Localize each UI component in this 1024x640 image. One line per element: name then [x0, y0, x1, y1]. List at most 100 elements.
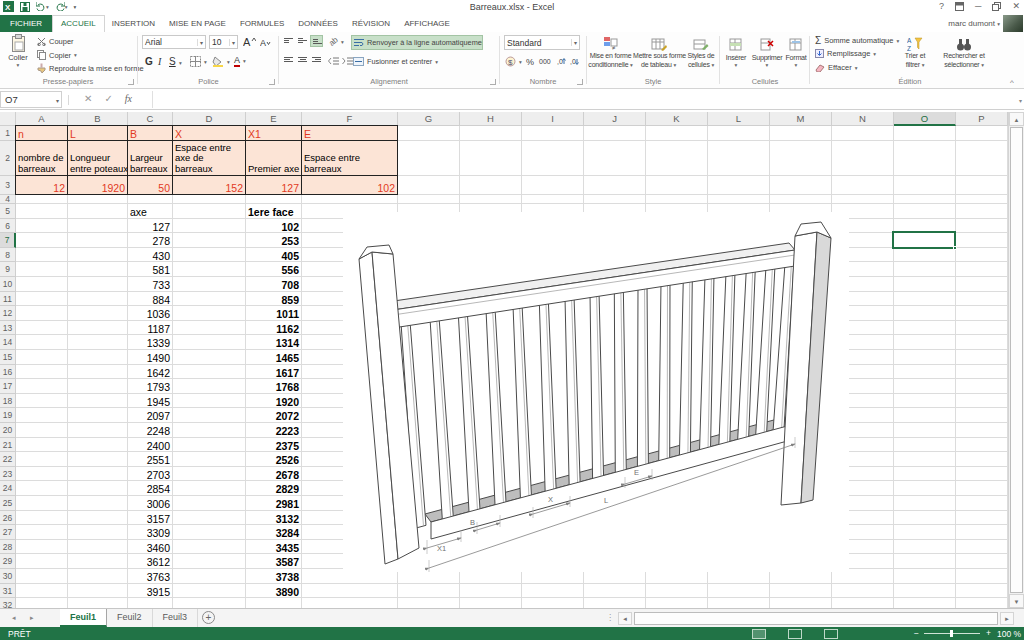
- row-header-20[interactable]: 20: [0, 423, 16, 438]
- scroll-down-icon[interactable]: ▼: [1009, 594, 1024, 608]
- row-header-17[interactable]: 17: [0, 379, 16, 394]
- column-header-J[interactable]: J: [584, 112, 646, 126]
- cell-C25[interactable]: 3006: [128, 498, 170, 510]
- align-middle-icon[interactable]: [296, 35, 309, 47]
- format-button[interactable]: Format ▾: [784, 35, 808, 68]
- font-name-select[interactable]: Arial▾: [142, 35, 206, 49]
- enter-icon[interactable]: ✓: [104, 93, 112, 104]
- column-header-G[interactable]: G: [398, 112, 460, 126]
- cell-C31[interactable]: 3915: [128, 586, 170, 598]
- cell-E18[interactable]: 1920: [246, 396, 299, 408]
- row-header-13[interactable]: 13: [0, 321, 16, 336]
- thousands-button[interactable]: 000: [539, 58, 551, 65]
- row-header-27[interactable]: 27: [0, 525, 16, 540]
- cell-E20[interactable]: 2223: [246, 425, 299, 437]
- cell-F3[interactable]: 102: [301, 175, 398, 195]
- selected-cell-outline[interactable]: [892, 231, 956, 249]
- row-header-18[interactable]: 18: [0, 394, 16, 409]
- cell-C30[interactable]: 3763: [128, 571, 170, 583]
- copy-button[interactable]: Copier ▾: [37, 50, 77, 60]
- row-header-11[interactable]: 11: [0, 292, 16, 307]
- clipboard-dialog-launcher[interactable]: [128, 79, 134, 85]
- row-header-3[interactable]: 3: [0, 176, 16, 195]
- cell-E24[interactable]: 2829: [246, 483, 299, 495]
- cell-E30[interactable]: 3738: [246, 571, 299, 583]
- number-format-select[interactable]: Standard▾: [504, 35, 580, 50]
- cell-C5[interactable]: axe: [130, 206, 147, 218]
- cell-C28[interactable]: 3460: [128, 542, 170, 554]
- row-header-29[interactable]: 29: [0, 554, 16, 569]
- cell-D1[interactable]: X: [172, 125, 246, 141]
- cell-E25[interactable]: 2981: [246, 498, 299, 510]
- wrap-text-button[interactable]: Renvoyer à la ligne automatiquement: [351, 35, 483, 50]
- borders-button[interactable]: ▾: [190, 56, 207, 67]
- clear-button[interactable]: Effacer ▾: [815, 63, 857, 72]
- fill-color-button[interactable]: ▾: [212, 56, 230, 67]
- cell-E16[interactable]: 1617: [246, 367, 299, 379]
- tab-mise-en-page[interactable]: MISE EN PAGE: [162, 15, 233, 32]
- tab-insertion[interactable]: INSERTION: [105, 15, 162, 32]
- formula-bar-expand-icon[interactable]: ▾: [1019, 97, 1022, 104]
- name-box[interactable]: O7▾: [0, 91, 62, 108]
- cut-button[interactable]: Couper: [37, 37, 74, 46]
- conditional-formatting-button[interactable]: ≠ Mise en formeconditionnelle ▾: [588, 34, 633, 69]
- cell-C22[interactable]: 2551: [128, 454, 170, 466]
- increase-decimal-button[interactable]: ,0: [557, 56, 567, 67]
- zoom-level[interactable]: 100 %: [997, 629, 1021, 639]
- cell-E1[interactable]: X1: [245, 125, 302, 141]
- cell-C16[interactable]: 1642: [128, 367, 170, 379]
- column-header-O[interactable]: O: [894, 112, 956, 126]
- view-page-layout-icon[interactable]: [788, 629, 802, 639]
- decrease-decimal-button[interactable]: ,0: [570, 56, 580, 67]
- vertical-scrollbar[interactable]: ▲ ▼: [1008, 112, 1024, 608]
- cell-E5[interactable]: 1ere face: [248, 206, 294, 218]
- view-page-break-icon[interactable]: [824, 629, 838, 639]
- cell-C20[interactable]: 2248: [128, 425, 170, 437]
- row-header-14[interactable]: 14: [0, 335, 16, 350]
- cell-E23[interactable]: 2678: [246, 469, 299, 481]
- align-center-icon[interactable]: [296, 54, 309, 66]
- cell-F1[interactable]: E: [301, 125, 398, 141]
- cell-C12[interactable]: 1036: [128, 308, 170, 320]
- cell-E28[interactable]: 3435: [246, 542, 299, 554]
- cell-E31[interactable]: 3890: [246, 586, 299, 598]
- format-painter-button[interactable]: Reproduire la mise en forme: [37, 63, 144, 73]
- zoom-in-icon[interactable]: +: [986, 628, 991, 638]
- bold-button[interactable]: G: [145, 56, 153, 67]
- sort-filter-button[interactable]: AZ Trier etfiltrer ▾: [896, 34, 934, 69]
- cell-C15[interactable]: 1490: [128, 352, 170, 364]
- cell-C21[interactable]: 2400: [128, 440, 170, 452]
- number-dialog-launcher[interactable]: [577, 79, 583, 85]
- zoom-out-icon[interactable]: −: [914, 628, 919, 638]
- cell-E9[interactable]: 556: [246, 264, 299, 276]
- restore-icon[interactable]: [992, 2, 1001, 11]
- row-header-10[interactable]: 10: [0, 277, 16, 292]
- scroll-left-icon[interactable]: ◄: [618, 612, 632, 625]
- column-header-K[interactable]: K: [646, 112, 708, 126]
- select-all-corner[interactable]: [0, 112, 16, 126]
- tab-donnees[interactable]: DONNÉES: [291, 15, 345, 32]
- horizontal-scroll-thumb[interactable]: [634, 612, 998, 625]
- fx-icon[interactable]: fx: [125, 93, 132, 104]
- italic-button[interactable]: I: [158, 56, 161, 67]
- sheet-tab-Feuil3[interactable]: Feuil3: [153, 609, 199, 627]
- vertical-scroll-thumb[interactable]: [1010, 127, 1023, 593]
- cell-C14[interactable]: 1339: [128, 337, 170, 349]
- cell-E13[interactable]: 1162: [246, 323, 299, 335]
- cell-E6[interactable]: 102: [246, 221, 299, 233]
- sheet-nav-left-icon[interactable]: ◂: [12, 614, 16, 622]
- accounting-format-button[interactable]: $▾: [505, 56, 522, 67]
- cell-E14[interactable]: 1314: [246, 337, 299, 349]
- close-icon[interactable]: ✕: [1012, 1, 1020, 11]
- align-bottom-icon[interactable]: [310, 35, 323, 47]
- row-header-9[interactable]: 9: [0, 262, 16, 277]
- row-header-1[interactable]: 1: [0, 126, 16, 141]
- orientation-button[interactable]: ab▾: [329, 37, 344, 46]
- view-normal-icon[interactable]: [752, 629, 766, 639]
- cell-A3[interactable]: 12: [15, 175, 68, 195]
- cell-C8[interactable]: 430: [128, 250, 170, 262]
- autosum-button[interactable]: Σ Somme automatique ▾: [815, 35, 899, 46]
- format-as-table-button[interactable]: Mettre sous formede tableau ▾: [633, 34, 684, 69]
- delete-button[interactable]: Supprimer ▾: [751, 35, 783, 68]
- cell-styles-button[interactable]: Styles decellules ▾: [684, 34, 718, 69]
